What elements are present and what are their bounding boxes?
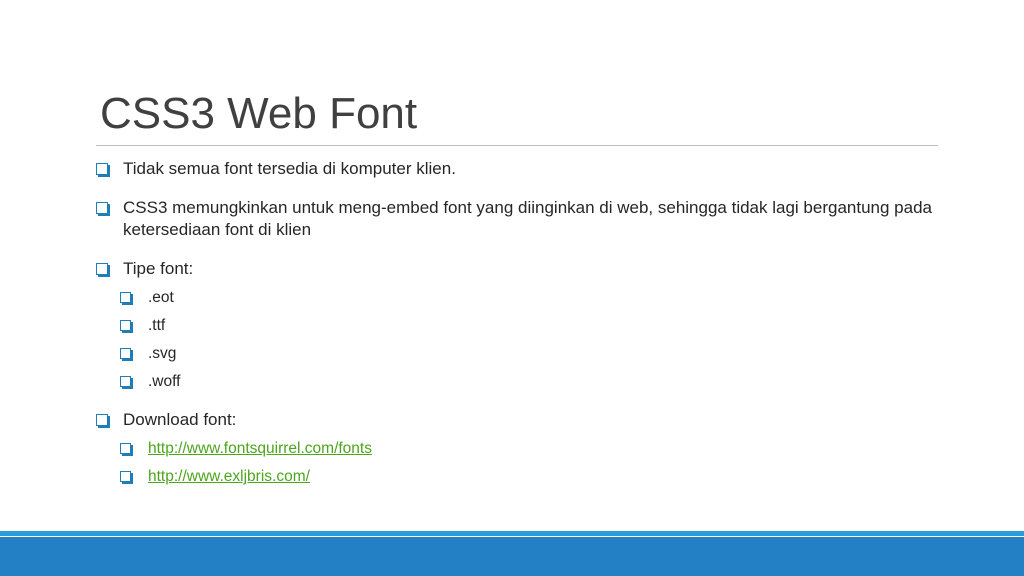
exljbris-link[interactable]: http://www.exljbris.com/ xyxy=(148,468,310,485)
fontsquirrel-link[interactable]: http://www.fontsquirrel.com/fonts xyxy=(148,440,372,457)
sub-bullet-item: .ttf xyxy=(95,316,955,336)
square-bullet-icon xyxy=(96,163,108,175)
sub-bullet-item: http://www.exljbris.com/ xyxy=(95,467,955,487)
square-bullet-icon xyxy=(96,202,108,214)
sub-bullet-item: .eot xyxy=(95,288,955,308)
bullet-item: Tidak semua font tersedia di komputer kl… xyxy=(95,158,955,180)
bullet-item: Tipe font: xyxy=(95,258,955,280)
font-type-text: .woff xyxy=(148,373,181,390)
square-bullet-icon xyxy=(96,414,108,426)
bullet-text: CSS3 memungkinkan untuk meng-embed font … xyxy=(123,198,932,239)
font-type-text: .eot xyxy=(148,289,174,306)
bullet-item: CSS3 memungkinkan untuk meng-embed font … xyxy=(95,197,955,241)
bullet-text: Download font: xyxy=(123,410,237,429)
square-bullet-icon xyxy=(120,292,131,303)
slide: CSS3 Web Font Tidak semua font tersedia … xyxy=(0,0,1024,576)
sub-bullet-item: .woff xyxy=(95,372,955,392)
square-bullet-icon xyxy=(120,348,131,359)
square-bullet-icon xyxy=(120,471,131,482)
sub-bullet-item: .svg xyxy=(95,344,955,364)
slide-body: Tidak semua font tersedia di komputer kl… xyxy=(95,158,955,487)
square-bullet-icon xyxy=(96,263,108,275)
square-bullet-icon xyxy=(120,443,131,454)
footer-bar xyxy=(0,537,1024,576)
title-divider xyxy=(96,145,938,146)
sub-bullet-item: http://www.fontsquirrel.com/fonts xyxy=(95,439,955,459)
footer-accent-stripe xyxy=(0,531,1024,536)
square-bullet-icon xyxy=(120,320,131,331)
bullet-item: Download font: xyxy=(95,409,955,431)
square-bullet-icon xyxy=(120,376,131,387)
bullet-text: Tipe font: xyxy=(123,259,194,278)
font-type-text: .ttf xyxy=(148,317,166,334)
font-type-text: .svg xyxy=(148,345,177,362)
bullet-text: Tidak semua font tersedia di komputer kl… xyxy=(123,159,456,178)
slide-title: CSS3 Web Font xyxy=(100,89,418,138)
